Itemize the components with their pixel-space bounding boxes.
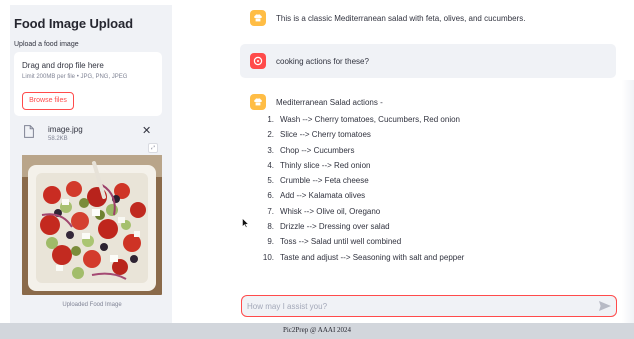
list-item: 4. Thinly slice --> Red onion xyxy=(267,160,371,170)
chef-icon xyxy=(250,94,266,110)
list-item: 10. Taste and adjust --> Seasoning with s… xyxy=(262,252,465,262)
message-text: cooking actions for these? xyxy=(276,57,369,66)
list-item: 6. Add --> Kalamata olives xyxy=(267,191,366,201)
chat-area: This is a classic Mediterranean salad wi… xyxy=(232,0,634,323)
sidebar-title: Food Image Upload xyxy=(14,16,133,31)
message-text: This is a classic Mediterranean salad wi… xyxy=(276,14,526,23)
dropzone-limit: Limit 200MB per file • JPG, PNG, JPEG xyxy=(22,74,128,80)
file-icon xyxy=(24,125,34,138)
user-icon xyxy=(250,53,266,69)
chef-icon xyxy=(250,10,266,26)
message-text: Mediterranean Salad actions - xyxy=(276,98,383,107)
list-item: 8. Drizzle --> Dressing over salad xyxy=(267,222,390,232)
upload-label: Upload a food image xyxy=(14,41,79,48)
list-item: 5. Crumble --> Feta cheese xyxy=(267,176,369,186)
list-item: 2. Slice --> Cherry tomatoes xyxy=(267,130,371,140)
chat-input-box[interactable] xyxy=(241,295,617,317)
food-image xyxy=(22,155,162,295)
fullscreen-icon[interactable]: ⤢ xyxy=(148,143,158,153)
assistant-message: This is a classic Mediterranean salad wi… xyxy=(240,6,616,30)
uploaded-file-row: image.jpg 58.2KB ✕ xyxy=(14,122,162,148)
browse-files-button[interactable]: Browse files xyxy=(22,92,74,110)
file-name: image.jpg xyxy=(48,125,83,134)
list-item: 1. Wash --> Cherry tomatoes, Cucumbers, R… xyxy=(267,115,460,124)
dropzone-title: Drag and drop file here xyxy=(22,61,104,70)
user-message: cooking actions for these? xyxy=(240,44,616,78)
image-caption: Uploaded Food Image xyxy=(62,302,122,308)
send-icon[interactable] xyxy=(598,300,612,312)
list-item: 3. Chop --> Cucumbers xyxy=(267,145,355,155)
footer: Pic2Prep @ AAAI 2024 xyxy=(0,323,634,339)
file-dropzone[interactable]: Drag and drop file here Limit 200MB per … xyxy=(14,52,162,116)
list-item: 9. Toss --> Salad until well combined xyxy=(267,237,402,247)
steps-list: 1. Wash --> Cherry tomatoes, Cucumbers, R… xyxy=(258,115,464,268)
chat-input[interactable] xyxy=(247,299,587,313)
list-item: 7. Whisk --> Olive oil, Oregano xyxy=(267,206,381,216)
file-size: 58.2KB xyxy=(48,136,68,142)
scroll-shadow xyxy=(622,80,634,323)
close-icon[interactable]: ✕ xyxy=(142,126,151,137)
footer-text: Pic2Prep @ AAAI 2024 xyxy=(282,326,352,334)
mouse-cursor-icon xyxy=(242,218,249,228)
